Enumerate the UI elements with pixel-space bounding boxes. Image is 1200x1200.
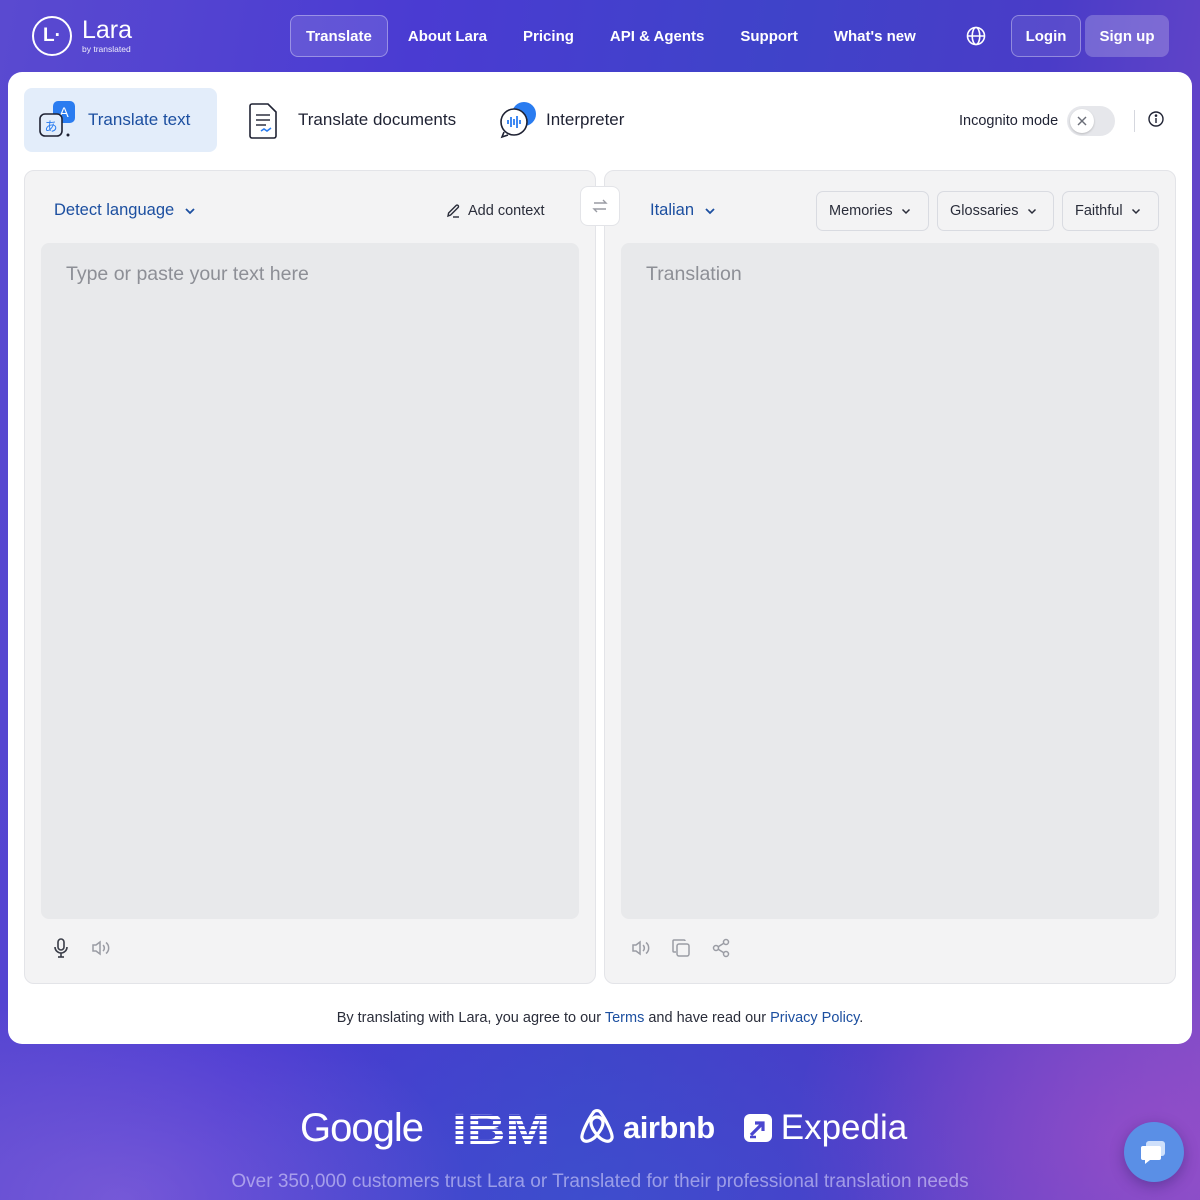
nav-translate[interactable]: Translate	[290, 15, 388, 57]
nav-api-agents[interactable]: API & Agents	[592, 15, 722, 57]
signup-button[interactable]: Sign up	[1085, 15, 1169, 57]
globe-icon[interactable]	[962, 22, 990, 50]
add-context-label: Add context	[468, 203, 545, 219]
speaker-icon[interactable]	[630, 937, 652, 959]
source-text-input[interactable]	[41, 243, 579, 919]
expedia-mark-icon	[743, 1114, 772, 1142]
source-panel: Detect language Add context	[24, 170, 596, 984]
chevron-down-icon	[901, 208, 910, 214]
swap-languages-button[interactable]	[580, 186, 620, 226]
svg-text:IBM: IBM	[452, 1106, 550, 1146]
translation-placeholder: Translation	[646, 263, 742, 285]
translator-card: A あ Translate text Translate documents I…	[8, 72, 1192, 1044]
logo-mark: L·	[32, 16, 72, 56]
tab-translate-documents-label: Translate documents	[298, 110, 457, 129]
glossaries-label: Glossaries	[950, 203, 1019, 219]
expedia-logo: Expedia	[743, 1108, 907, 1148]
nav-support[interactable]: Support	[722, 15, 816, 57]
nav-pricing[interactable]: Pricing	[505, 15, 592, 57]
chevron-down-icon	[1027, 208, 1036, 214]
tab-interpreter[interactable]: Interpreter	[484, 88, 624, 152]
privacy-policy-link[interactable]: Privacy Policy	[770, 1010, 859, 1026]
tab-translate-text[interactable]: A あ Translate text	[24, 88, 217, 152]
chat-icon	[1141, 1141, 1165, 1164]
chevron-down-icon	[1131, 208, 1140, 214]
copy-icon[interactable]	[670, 937, 692, 959]
logo-name: Lara	[82, 16, 133, 45]
tab-interpreter-label: Interpreter	[546, 110, 625, 129]
interpreter-icon	[498, 100, 538, 140]
lara-logo[interactable]: L· Lara by translated	[32, 16, 132, 56]
top-navbar: L· Lara by translated Translate About La…	[0, 0, 1200, 72]
swap-icon	[592, 199, 608, 213]
divider	[1134, 110, 1135, 132]
incognito-label: Incognito mode	[959, 113, 1059, 129]
incognito-toggle[interactable]	[1067, 106, 1116, 136]
chevron-down-icon	[185, 207, 195, 214]
chevron-down-icon	[705, 207, 715, 214]
svg-text:あ: あ	[44, 120, 57, 135]
document-icon	[244, 100, 284, 140]
source-language-select[interactable]: Detect language	[54, 201, 196, 220]
close-icon	[1070, 109, 1095, 133]
incognito-mode: Incognito mode	[959, 106, 1116, 136]
microphone-icon[interactable]	[50, 937, 72, 959]
trust-statement: Over 350,000 customers trust Lara or Tra…	[231, 1171, 969, 1192]
target-language-label: Italian	[650, 201, 695, 219]
style-label: Faithful	[1075, 203, 1123, 219]
info-icon[interactable]	[1148, 111, 1164, 127]
nav-whats-new[interactable]: What's new	[816, 15, 934, 57]
memories-label: Memories	[829, 203, 893, 219]
tab-translate-text-label: Translate text	[88, 110, 191, 129]
login-button[interactable]: Login	[1011, 15, 1081, 57]
google-logo: Google	[300, 1105, 424, 1150]
ibm-logo-graphic: IBM	[452, 1105, 550, 1154]
main-nav: Translate About Lara Pricing API & Agent…	[290, 15, 934, 57]
nav-about-lara[interactable]: About Lara	[390, 15, 505, 57]
logo-subtitle: by translated	[82, 44, 131, 55]
style-dropdown[interactable]: Faithful	[1062, 191, 1159, 231]
tab-translate-documents[interactable]: Translate documents	[234, 88, 456, 152]
add-context-button[interactable]: Add context	[445, 203, 545, 219]
memories-dropdown[interactable]: Memories	[816, 191, 929, 231]
translation-output: Translation	[621, 243, 1159, 919]
pencil-icon	[447, 204, 460, 218]
legal-notice: By translating with Lara, you agree to o…	[336, 1010, 864, 1026]
terms-link[interactable]: Terms	[605, 1010, 644, 1026]
target-panel: Italian Memories Glossaries Faithful Tra…	[604, 170, 1176, 984]
ibm-logo: IBM	[451, 1105, 551, 1154]
share-icon[interactable]	[710, 937, 732, 959]
glossaries-dropdown[interactable]: Glossaries	[937, 191, 1054, 231]
target-language-select[interactable]: Italian	[650, 201, 716, 220]
airbnb-logo: airbnb	[579, 1108, 715, 1148]
airbnb-mark-icon	[580, 1108, 614, 1143]
customer-logos: Google IBM airbnb Expedia	[300, 1100, 910, 1156]
speaker-icon[interactable]	[90, 937, 112, 959]
source-language-label: Detect language	[54, 201, 175, 219]
chat-support-button[interactable]	[1124, 1122, 1184, 1182]
translate-text-icon: A あ	[38, 100, 78, 140]
